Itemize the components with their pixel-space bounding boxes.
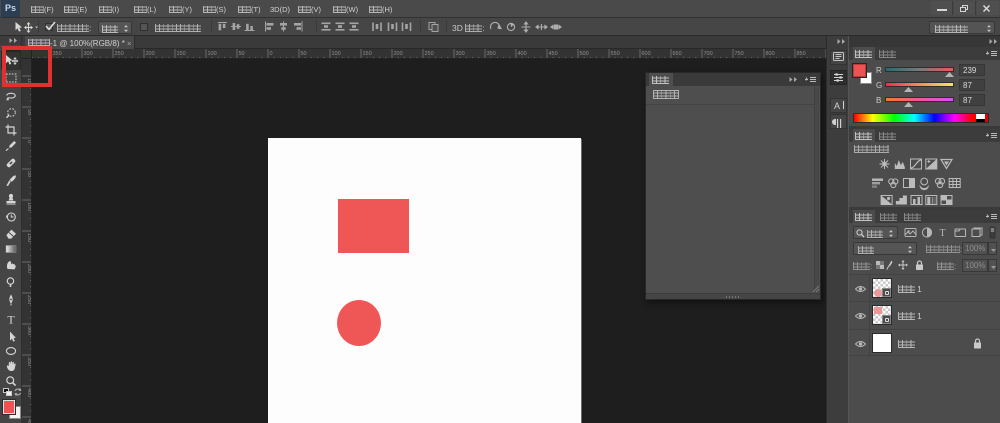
svg-text:250: 250 (115, 51, 124, 57)
svg-text:850: 850 (797, 51, 806, 57)
svg-text:800: 800 (766, 51, 775, 57)
svg-text:150: 150 (177, 51, 186, 57)
svg-text:0: 0 (270, 51, 273, 57)
svg-text:400: 400 (518, 51, 527, 57)
svg-text:350: 350 (53, 51, 62, 57)
svg-text:500: 500 (580, 51, 589, 57)
svg-text:200: 200 (146, 51, 155, 57)
svg-text:300: 300 (456, 51, 465, 57)
svg-text:550: 550 (611, 51, 620, 57)
svg-text:200: 200 (394, 51, 403, 57)
svg-text:450: 450 (549, 51, 558, 57)
svg-text:250: 250 (425, 51, 434, 57)
svg-text:150: 150 (363, 51, 372, 57)
svg-text:350: 350 (487, 51, 496, 57)
svg-text:T: T (940, 228, 946, 239)
svg-text:700: 700 (704, 51, 713, 57)
svg-text:50: 50 (239, 51, 245, 57)
svg-text:100: 100 (332, 51, 341, 57)
svg-text:T: T (7, 313, 15, 327)
svg-text:300: 300 (84, 51, 93, 57)
svg-text:650: 650 (673, 51, 682, 57)
svg-text:A: A (834, 101, 840, 111)
svg-text:100: 100 (208, 51, 217, 57)
svg-text:750: 750 (735, 51, 744, 57)
svg-text:600: 600 (642, 51, 651, 57)
svg-text:50: 50 (301, 51, 307, 57)
